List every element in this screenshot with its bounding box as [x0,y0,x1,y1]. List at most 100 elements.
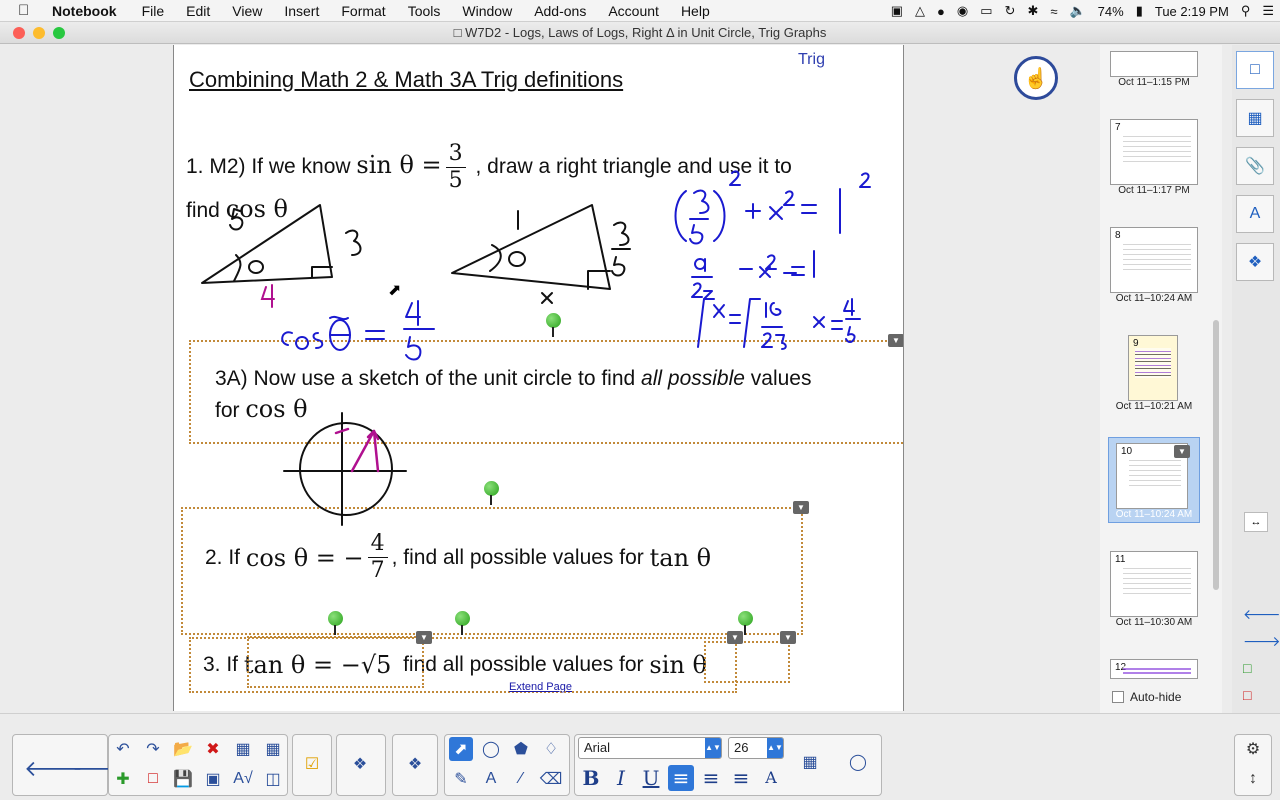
triangle-1-side-4[interactable] [260,284,275,308]
page-thumbnail[interactable] [1110,51,1198,77]
select-tool-icon[interactable]: ⬈ [449,737,473,761]
zoom-window-button[interactable] [53,27,65,39]
page-sorter-tab-icon[interactable]: □ [1236,51,1274,89]
side-next-page-icon[interactable]: 🡒 [1243,633,1280,650]
auto-hide-checkbox[interactable] [1112,691,1124,703]
pythagorean-work-ink[interactable] [674,170,871,350]
font-size-select[interactable]: 26 ▲▼ [728,737,784,759]
clock[interactable]: Tue 2:19 PM [1149,4,1235,19]
align-left-icon[interactable]: ≡ [668,765,694,791]
thumbnail-preview [1129,456,1181,486]
align-right-icon[interactable]: ≡ [728,765,754,791]
time-machine-icon[interactable]: ↻ [999,3,1022,19]
eraser-tool-icon[interactable]: ⌫ [539,767,563,791]
panel-resize-icon[interactable]: ↔ [1244,512,1268,532]
addons-tab-icon[interactable]: ❖ [1236,243,1274,281]
delete-page-icon[interactable]: □ [141,767,165,791]
menu-window[interactable]: Window [451,3,523,19]
auto-hide-toggle[interactable]: Auto-hide [1112,690,1181,704]
hand-gesture-icon[interactable]: ☝ [1014,56,1058,100]
camera-icon[interactable]: ▣ [885,3,909,19]
addons-icon[interactable]: ❖ [403,752,427,776]
italic-icon[interactable]: I [608,765,634,791]
thumbnail-preview [1135,348,1171,378]
pen-tool-icon[interactable]: ✎ [449,767,473,791]
airplay-icon[interactable]: ▭ [974,3,998,19]
close-window-button[interactable] [13,27,25,39]
add-page-icon[interactable]: ✚ [111,767,135,791]
bold-icon[interactable]: B [578,765,604,791]
response-check-icon[interactable]: ☑ [300,752,324,776]
shapes-tool-icon[interactable]: ◯ [479,737,503,761]
notebook-page[interactable]: Combining Math 2 & Math 3A Trig definiti… [173,45,904,711]
minimize-window-button[interactable] [33,27,45,39]
delete-table-icon[interactable]: ▦ [261,737,285,761]
attachments-tab-icon[interactable]: 📎 [1236,147,1274,185]
page-thumbnail[interactable]: 8 [1110,227,1198,293]
triangle-2-ink[interactable] [451,204,631,304]
font-family-select[interactable]: Arial ▲▼ [578,737,722,759]
menu-app-name[interactable]: Notebook [38,3,131,19]
bluetooth-icon[interactable]: ✱ [1021,3,1044,19]
thumbnail-preview [1123,240,1191,270]
drive-icon[interactable]: △ [909,3,931,19]
undo-icon[interactable]: ↶ [111,737,135,761]
triangle-1-ink[interactable] [201,204,362,284]
fill-tool-icon[interactable]: ♢ [539,737,563,761]
volume-icon[interactable]: 🔈 [1063,3,1091,19]
menu-account[interactable]: Account [597,3,670,19]
font-family-value: Arial [584,740,611,755]
open-file-icon[interactable]: 📂 [171,737,195,761]
app-status-icon[interactable]: ◉ [951,3,974,19]
wifi-icon[interactable]: ≈ [1044,4,1063,19]
ink-annotations[interactable] [174,45,904,711]
auto-hide-label: Auto-hide [1130,690,1182,704]
page-sorter-panel[interactable]: Oct 11–1:15 PM 7 Oct 11–1:17 PM 8 Oct 11… [1100,45,1222,713]
regular-polygon-tool-icon[interactable]: ⬟ [509,737,533,761]
text-format-icon[interactable]: A [758,765,784,791]
text-tool-icon[interactable]: A [479,767,503,791]
apple-icon[interactable]:  [18,2,38,19]
align-center-icon[interactable]: ≡ [698,765,724,791]
line-tool-icon[interactable]: ∕ [509,767,533,791]
spell-check-icon[interactable]: A√ [231,767,255,791]
thumbnail-label: Oct 11–1:15 PM [1118,77,1190,88]
page-thumbnail[interactable]: 11 [1110,551,1198,617]
page-sorter-scrollbar[interactable] [1213,320,1219,590]
gallery-tab-icon[interactable]: ▦ [1236,99,1274,137]
menu-edit[interactable]: Edit [175,3,221,19]
settings-gear-icon[interactable]: ⚙ [1241,737,1265,761]
battery-percent[interactable]: 74% [1092,4,1130,19]
menu-tools[interactable]: Tools [397,3,452,19]
battery-icon[interactable]: ▮ [1130,3,1149,19]
screen-capture-icon[interactable]: ◫ [261,767,285,791]
properties-tab-icon[interactable]: A [1236,195,1274,233]
underline-icon[interactable]: U [638,765,664,791]
thumbnail-menu-dropdown[interactable]: ▼ [1174,445,1190,458]
menu-file[interactable]: File [131,3,176,19]
side-delete-page-icon[interactable]: □ [1243,687,1251,703]
color-palette-icon[interactable]: ▦ [798,750,822,774]
table-icon[interactable]: ▦ [231,737,255,761]
menu-format[interactable]: Format [330,3,396,19]
page-thumbnail[interactable]: 12 [1110,659,1198,679]
cos-equation-ink[interactable] [281,300,435,361]
side-previous-page-icon[interactable]: 🡐 [1243,606,1280,623]
fill-effects-icon[interactable]: ◯ [846,750,870,774]
menu-view[interactable]: View [221,3,273,19]
save-icon[interactable]: 💾 [171,767,195,791]
menu-help[interactable]: Help [670,3,721,19]
delete-icon[interactable]: ✖ [201,737,225,761]
side-add-page-icon[interactable]: □ [1243,660,1251,676]
page-thumbnail[interactable]: 7 [1110,119,1198,185]
spotlight-icon[interactable]: ⚲ [1235,3,1257,19]
toolbar-position-icon[interactable]: ↕ [1241,767,1265,791]
screen-shade-icon[interactable]: ▣ [201,767,225,791]
activity-builder-icon[interactable]: ❖ [348,752,372,776]
notification-center-icon[interactable]: ☰ [1256,3,1280,19]
evernote-icon[interactable]: ● [931,4,951,19]
redo-icon[interactable]: ↷ [141,737,165,761]
page-thumbnail[interactable]: 9 [1128,335,1178,401]
menu-insert[interactable]: Insert [273,3,330,19]
menu-addons[interactable]: Add-ons [523,3,597,19]
